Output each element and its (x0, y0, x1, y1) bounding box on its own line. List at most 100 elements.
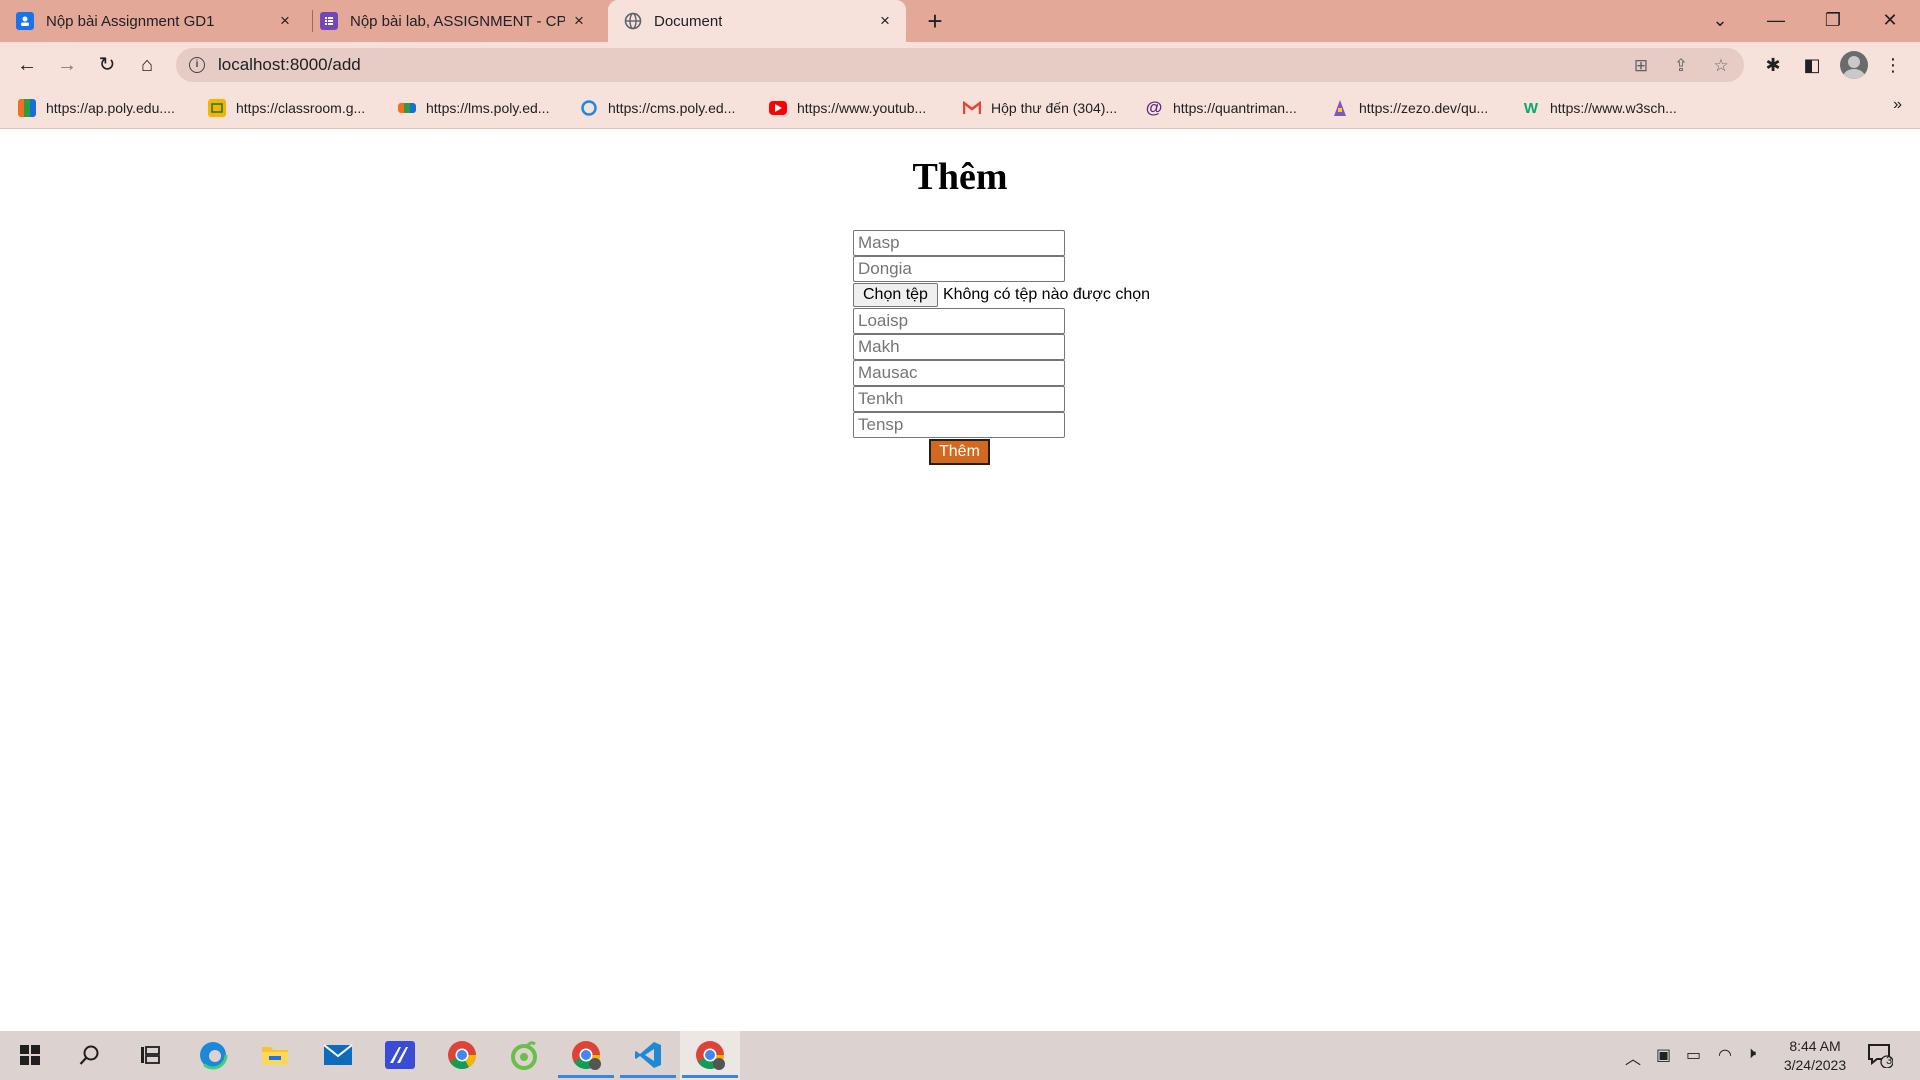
side-panel-icon[interactable]: ◧ (1801, 54, 1823, 76)
bookmark-star-icon[interactable]: ☆ (1710, 55, 1732, 77)
bookmark-item[interactable]: https://www.youtub... (769, 96, 926, 120)
minimize-button[interactable]: — (1756, 4, 1796, 36)
chrome-profile-icon[interactable] (682, 1039, 738, 1078)
choose-file-button[interactable]: Chọn tệp (853, 283, 938, 307)
wifi-icon[interactable]: ◠ (1718, 1045, 1732, 1065)
tab-title: Nộp bài Assignment GD1 (46, 12, 215, 30)
chrome-icon[interactable] (446, 1039, 478, 1071)
close-tab-icon[interactable]: × (876, 12, 894, 30)
browser-toolbar: ← → ↻ ⌂ i ⊞ ⇪ ☆ ✱ ◧ ⋮ (0, 42, 1920, 88)
new-tab-button[interactable]: + (920, 6, 950, 36)
tab-assignment[interactable]: Nộp bài Assignment GD1 × (16, 0, 306, 42)
bookmark-label: https://ap.poly.edu.... (46, 100, 175, 116)
back-button[interactable]: ← (11, 49, 43, 81)
w3schools-icon: W (1523, 99, 1539, 117)
volume-muted-icon[interactable]: 🕨 (1746, 1045, 1756, 1063)
address-bar[interactable]: i ⊞ ⇪ ☆ (176, 48, 1744, 82)
add-product-form: Chọn tệp Không có tệp nào được chọn Thêm (853, 230, 1253, 465)
mausac-input[interactable] (853, 360, 1065, 386)
bookmark-item[interactable]: https://ap.poly.edu.... (18, 96, 175, 120)
tab-title: Nộp bài lab, ASSIGNMENT - CP1 (350, 12, 565, 30)
bookmark-label: https://cms.poly.ed... (608, 100, 736, 116)
task-view-icon[interactable] (134, 1039, 166, 1071)
youtube-icon (769, 101, 787, 115)
chrome-profile-icon[interactable] (558, 1039, 614, 1078)
edge-icon[interactable] (197, 1039, 229, 1071)
start-icon[interactable] (14, 1039, 46, 1071)
restore-button[interactable]: ❐ (1813, 4, 1853, 36)
tab-lab[interactable]: Nộp bài lab, ASSIGNMENT - CP1 × (320, 0, 600, 42)
bookmark-label: https://www.w3sch... (1550, 100, 1677, 116)
close-tab-icon[interactable]: × (276, 12, 294, 30)
tab-title: Document (654, 12, 723, 30)
menu-icon[interactable]: ⋮ (1882, 54, 1904, 76)
url-input[interactable] (218, 48, 1518, 82)
page-content: Thêm Chọn tệp Không có tệp nào được chọn… (0, 129, 1920, 1031)
coccoc-icon[interactable] (508, 1039, 540, 1071)
mail-icon[interactable] (322, 1039, 354, 1071)
notification-count: 3 (1886, 1055, 1893, 1067)
clock[interactable]: 8:44 AM 3/24/2023 (1770, 1037, 1860, 1075)
chevron-up-icon[interactable]: ︿ (1625, 1045, 1641, 1069)
bookmark-label: https://classroom.g... (236, 100, 366, 116)
tenkh-input[interactable] (853, 386, 1065, 412)
bookmark-label: https://quantriman... (1173, 100, 1297, 116)
translate-icon[interactable]: ⊞ (1630, 55, 1652, 77)
submit-button[interactable]: Thêm (929, 439, 990, 465)
bookmark-label: https://zezo.dev/qu... (1359, 100, 1489, 116)
bookmark-item[interactable]: @ https://quantriman... (1145, 96, 1297, 120)
makh-input[interactable] (853, 334, 1065, 360)
home-button[interactable]: ⌂ (131, 49, 163, 81)
share-icon[interactable]: ⇪ (1670, 55, 1692, 77)
fpt-icon (18, 99, 36, 117)
site-info-icon[interactable]: i (189, 57, 205, 73)
bookmark-item[interactable]: https://zezo.dev/qu... (1331, 96, 1488, 120)
circle-icon (580, 99, 598, 117)
profile-avatar[interactable] (1840, 51, 1868, 79)
extensions-icon[interactable]: ✱ (1762, 54, 1784, 76)
dongia-input[interactable] (853, 256, 1065, 282)
battery-icon[interactable]: ▭ (1686, 1045, 1701, 1065)
gmail-icon (963, 99, 981, 117)
fpt-icon (398, 103, 416, 113)
classroom-icon (208, 99, 226, 117)
notifications-icon[interactable]: 3 (1864, 1039, 1896, 1071)
loaisp-input[interactable] (853, 308, 1065, 334)
tab-document[interactable]: Document × (608, 0, 906, 42)
bookmark-item[interactable]: https://classroom.g... (208, 96, 365, 120)
forms-icon (320, 12, 338, 30)
clock-time: 8:44 AM (1789, 1038, 1841, 1054)
file-upload: Chọn tệp Không có tệp nào được chọn (853, 282, 1253, 308)
more-bookmarks-icon[interactable]: » (1893, 96, 1902, 114)
globe-icon (624, 12, 642, 30)
file-explorer-icon[interactable] (259, 1039, 291, 1071)
bookmark-label: Hộp thư đến (304)... (991, 100, 1118, 116)
bookmark-item[interactable]: https://cms.poly.ed... (580, 96, 735, 120)
page-title: Thêm (912, 156, 1008, 198)
bookmark-label: https://www.youtub... (797, 100, 927, 116)
file-status-text: Không có tệp nào được chọn (942, 286, 1151, 303)
bookmarks-bar: https://ap.poly.edu.... https://classroo… (0, 88, 1920, 129)
tab-strip: Nộp bài Assignment GD1 × Nộp bài lab, AS… (0, 0, 1920, 42)
bookmark-item[interactable]: Hộp thư đến (304)... (963, 96, 1117, 120)
classroom-icon (16, 12, 34, 30)
search-icon[interactable] (74, 1039, 106, 1071)
vscode-icon[interactable] (620, 1039, 676, 1078)
tab-search-icon[interactable]: ⌄ (1700, 4, 1740, 36)
reload-button[interactable]: ↻ (91, 49, 123, 81)
masp-input[interactable] (853, 230, 1065, 256)
app-icon[interactable] (384, 1039, 416, 1071)
bookmark-item[interactable]: W https://www.w3sch... (1522, 96, 1677, 120)
clock-date: 3/24/2023 (1783, 1057, 1847, 1073)
close-window-button[interactable]: ✕ (1870, 4, 1910, 36)
bookmark-label: https://lms.poly.ed... (426, 100, 550, 116)
tensp-input[interactable] (853, 412, 1065, 438)
tab-separator (312, 10, 313, 32)
at-icon: @ (1145, 98, 1163, 117)
forward-button[interactable]: → (51, 49, 83, 81)
meet-now-icon[interactable]: ▣ (1656, 1045, 1671, 1065)
close-tab-icon[interactable]: × (570, 12, 588, 30)
zezo-icon (1331, 99, 1349, 117)
taskbar: ︿ ▣ ▭ ◠ 🕨 8:44 AM 3/24/2023 3 (0, 1031, 1920, 1080)
bookmark-item[interactable]: https://lms.poly.ed... (398, 96, 549, 120)
